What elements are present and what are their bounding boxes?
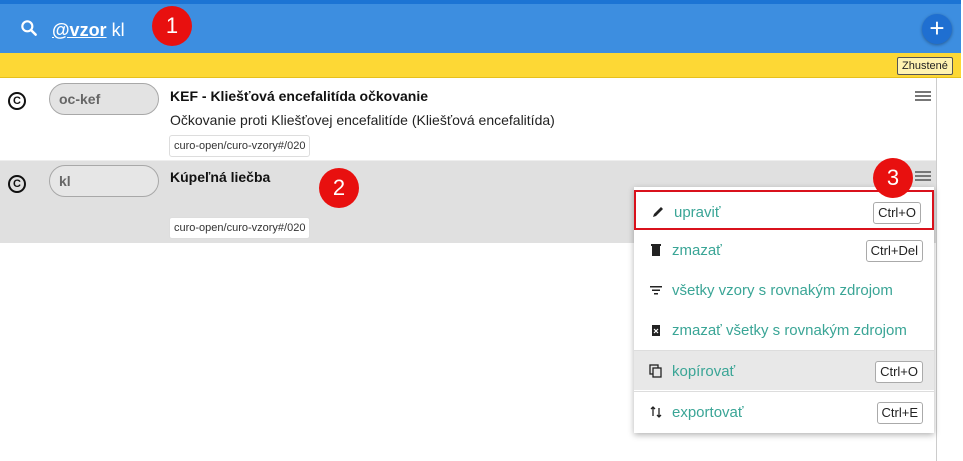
copyright-icon: C: [8, 92, 26, 110]
menu-item-same-source[interactable]: všetky vzory s rovnakým zdrojom: [634, 270, 934, 310]
shortcut-badge: Ctrl+E: [876, 402, 923, 424]
menu-item-label: zmazať všetky s rovnakým zdrojom: [672, 322, 907, 339]
hamburger-menu-icon[interactable]: [915, 91, 931, 103]
search-prefix: @vzor: [52, 20, 107, 40]
delete-sweep-icon: [652, 325, 660, 336]
filter-bar: Zhustené: [0, 53, 961, 78]
code-pill[interactable]: kl: [49, 165, 159, 197]
menu-item-label: všetky vzory s rovnakým zdrojom: [672, 282, 893, 299]
shortcut-badge: Ctrl+Del: [865, 240, 923, 262]
menu-item-label: exportovať: [672, 404, 744, 421]
pencil-icon: [653, 207, 663, 217]
menu-item-delete-same-source[interactable]: zmazať všetky s rovnakým zdrojom: [634, 310, 934, 350]
list-item[interactable]: C oc-kef KEF - Kliešťová encefalitída oč…: [0, 78, 936, 161]
search-icon[interactable]: [19, 18, 39, 38]
menu-item-label: upraviť: [674, 204, 721, 221]
item-title: KEF - Kliešťová encefalitída očkovanie: [170, 88, 429, 104]
menu-item-export[interactable]: exportovať Ctrl+E: [634, 391, 934, 431]
copy-icon: [649, 364, 662, 378]
source-tag[interactable]: curo-open/curo-vzory#/020: [169, 135, 311, 157]
hamburger-menu-icon[interactable]: [915, 171, 931, 183]
step-badge-1: 1: [152, 6, 192, 46]
item-title: Kúpeľná liečba: [170, 169, 271, 185]
context-menu: upraviť Ctrl+O zmazať Ctrl+Del všetky vz…: [634, 187, 934, 433]
code-pill[interactable]: oc-kef: [49, 83, 159, 115]
step-badge-3: 3: [873, 158, 913, 198]
trash-icon: [651, 244, 661, 256]
copyright-icon: C: [8, 175, 26, 193]
shortcut-badge: Ctrl+O: [875, 361, 923, 383]
shortcut-badge: Ctrl+O: [873, 202, 921, 224]
search-input[interactable]: @vzor kl: [52, 20, 125, 41]
top-search-bar: @vzor kl +: [0, 0, 961, 53]
menu-item-delete[interactable]: zmazať Ctrl+Del: [634, 230, 934, 270]
source-tag[interactable]: curo-open/curo-vzory#/020: [169, 217, 311, 239]
search-query: kl: [106, 20, 125, 40]
item-description: Očkovanie proti Kliešťovej encefalitíde …: [170, 112, 555, 128]
menu-item-label: kopírovať: [672, 363, 736, 380]
swap-vertical-icon: [650, 406, 662, 418]
menu-item-copy[interactable]: kopírovať Ctrl+O: [634, 350, 934, 390]
add-button[interactable]: +: [922, 14, 952, 44]
menu-item-label: zmazať: [672, 242, 722, 259]
step-badge-2: 2: [319, 168, 359, 208]
compact-view-button[interactable]: Zhustené: [897, 57, 953, 75]
filter-icon: [650, 286, 662, 295]
